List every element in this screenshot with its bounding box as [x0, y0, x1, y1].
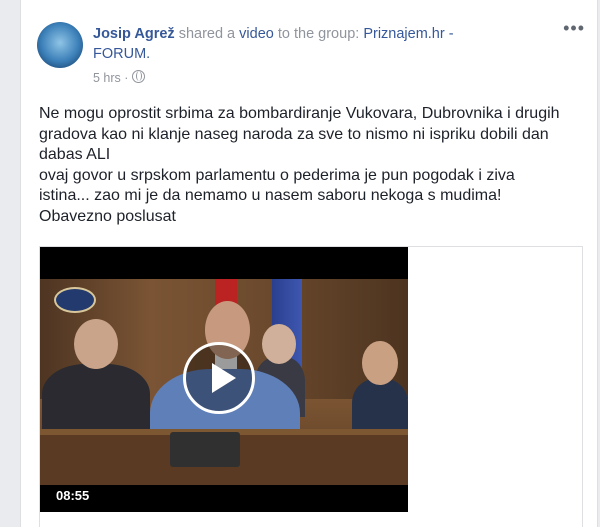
author-name[interactable]: Josip Agrež [93, 26, 175, 42]
more-options-icon[interactable]: ••• [563, 18, 585, 39]
post-text: Ne mogu oprostit srbima za bombardiranje… [39, 104, 589, 227]
to-group-text: to the group: [277, 26, 360, 42]
author-avatar[interactable] [37, 22, 83, 68]
video-link[interactable]: video [239, 26, 274, 42]
post-text-line: dabas ALI [39, 146, 111, 163]
video-duration: 08:55 [56, 488, 90, 503]
post-text-line: ovaj govor u srpskom parlamentu o pederi… [39, 166, 515, 184]
thumbnail-person-head [74, 319, 118, 369]
shared-text: shared a [178, 26, 236, 42]
group-link-cont[interactable]: FORUM. [93, 46, 150, 62]
post-text-line: istina... zao mi je da nemamo u nasem sa… [39, 187, 502, 204]
video-player[interactable]: 08:55 [40, 247, 408, 512]
post-meta: 5 hrs · [93, 70, 146, 85]
post-text-line: Obavezno poslusat [39, 207, 176, 225]
parliament-logo [54, 287, 96, 313]
thumbnail-person [42, 364, 150, 439]
post-text-line: Ne mogu oprostit srbima za bombardiranje… [39, 105, 560, 122]
thumbnail-person-head [262, 324, 296, 364]
video-attachment: 08:55 [39, 246, 583, 527]
globe-icon [132, 70, 146, 83]
post-text-line: gradova kao ni klanje naseg naroda za sv… [39, 125, 549, 143]
thumbnail-podium [170, 432, 240, 467]
timestamp[interactable]: 5 hrs [93, 71, 121, 85]
post-header: Josip Agrež shared a video to the group:… [93, 24, 523, 64]
post-card: Josip Agrež shared a video to the group:… [20, 0, 598, 527]
group-link[interactable]: Priznajem.hr - [363, 26, 453, 42]
thumbnail-person-head [362, 341, 398, 385]
play-icon[interactable] [183, 342, 255, 414]
